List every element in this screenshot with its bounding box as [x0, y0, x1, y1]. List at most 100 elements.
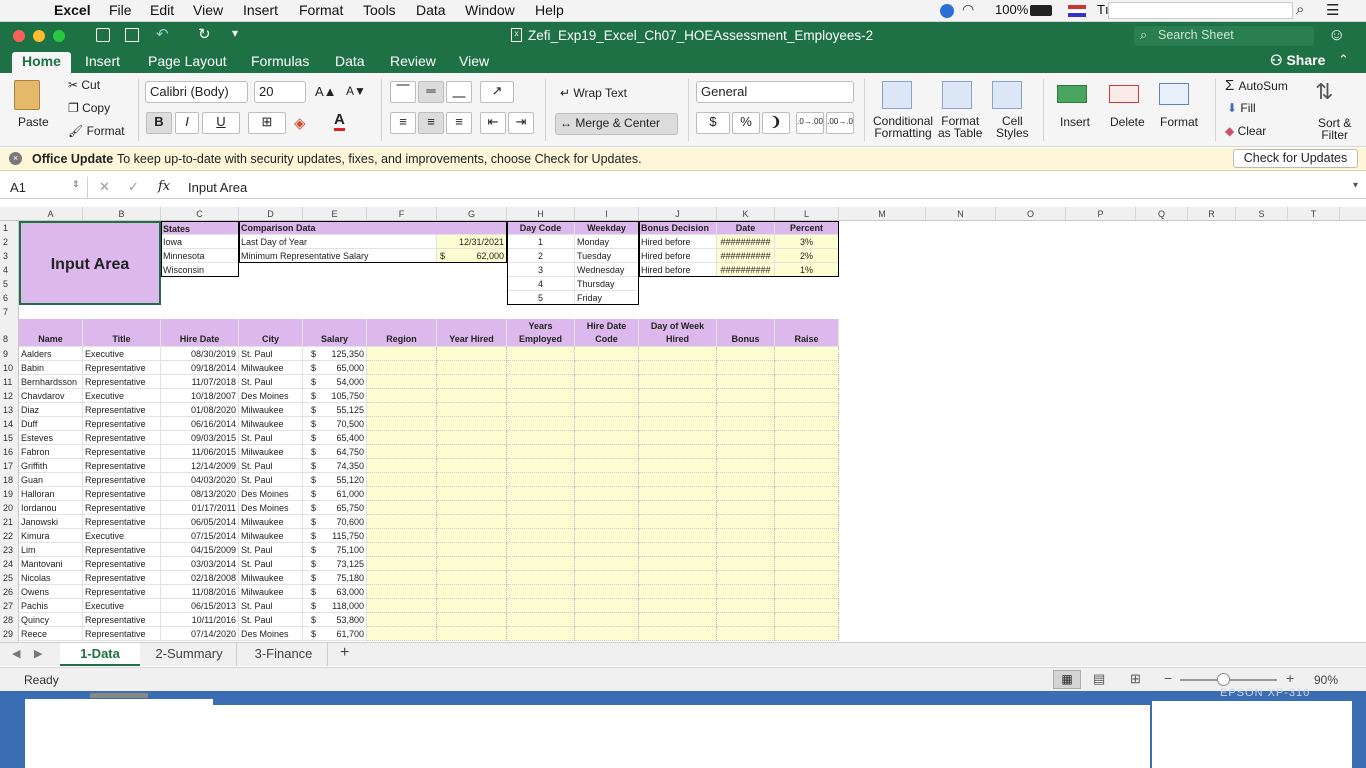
column-header[interactable]: N	[926, 207, 996, 221]
column-header[interactable]: A	[19, 207, 83, 221]
table-header-bonus[interactable]: Bonus	[717, 319, 775, 347]
employee-title[interactable]: Executive	[83, 347, 161, 361]
tab-page-layout[interactable]: Page Layout	[138, 52, 237, 73]
formula-cell[interactable]	[367, 347, 437, 361]
formula-cell[interactable]	[717, 403, 775, 417]
formula-cell[interactable]	[639, 515, 717, 529]
employee-city[interactable]: St. Paul	[239, 543, 303, 557]
employee-city[interactable]: Milwaukee	[239, 529, 303, 543]
share-button[interactable]: ⚇ Share	[1270, 52, 1325, 69]
employee-salary[interactable]: 55,125 $	[303, 403, 367, 417]
employee-name[interactable]: Iordanou	[19, 501, 83, 515]
employee-hire-date[interactable]: 04/03/2020	[161, 473, 239, 487]
formula-cell[interactable]	[775, 361, 839, 375]
formula-cell[interactable]	[507, 431, 575, 445]
format-painter-button[interactable]: 🖌 Format	[68, 124, 125, 138]
formula-cell[interactable]	[575, 557, 639, 571]
sort-filter-button[interactable]: Sort & Filter	[1318, 117, 1351, 141]
states-header[interactable]: States	[161, 221, 239, 235]
formula-cell[interactable]	[367, 627, 437, 641]
increase-indent-button[interactable]: ⇥	[508, 112, 534, 134]
formula-cell[interactable]	[575, 515, 639, 529]
formula-cell[interactable]	[775, 389, 839, 403]
sort-filter-icon[interactable]: ⇅	[1315, 79, 1333, 105]
bonus-decision-header[interactable]: Bonus Decision	[639, 221, 717, 235]
formula-cell[interactable]	[775, 627, 839, 641]
table-header-hdc1[interactable]: Hire Date Code	[575, 319, 639, 347]
formula-cell[interactable]	[717, 543, 775, 557]
column-header[interactable]: D	[239, 207, 303, 221]
row-header[interactable]: 9	[0, 347, 18, 361]
formula-cell[interactable]	[575, 347, 639, 361]
employee-hire-date[interactable]: 11/06/2015	[161, 445, 239, 459]
formula-cell[interactable]	[639, 445, 717, 459]
bonus-percent-header[interactable]: Percent	[775, 221, 839, 235]
decrease-indent-button[interactable]: ⇤	[480, 112, 506, 134]
formula-cell[interactable]	[639, 431, 717, 445]
delete-cells-icon[interactable]	[1109, 85, 1139, 103]
formula-cell[interactable]	[639, 599, 717, 613]
row-header[interactable]: 19	[0, 487, 18, 501]
weekday-cell[interactable]: Monday	[575, 235, 639, 249]
column-header[interactable]: R	[1188, 207, 1236, 221]
bonus-decision-cell[interactable]: Hired before	[639, 249, 717, 263]
employee-title[interactable]: Representative	[83, 375, 161, 389]
minimum-salary-value[interactable]: 62,000 $	[437, 249, 507, 263]
formula-cell[interactable]	[437, 361, 507, 375]
align-middle-button[interactable]: ═	[418, 81, 444, 103]
employee-salary[interactable]: 65,000 $	[303, 361, 367, 375]
row-header[interactable]: 27	[0, 599, 18, 613]
employee-hire-date[interactable]: 01/08/2020	[161, 403, 239, 417]
dismiss-update-icon[interactable]: ×	[9, 152, 22, 165]
bonus-percent-cell[interactable]: 2%	[775, 249, 839, 263]
employee-hire-date[interactable]: 08/30/2019	[161, 347, 239, 361]
formula-cell[interactable]	[507, 613, 575, 627]
row-header[interactable]: 28	[0, 613, 18, 627]
formula-cell[interactable]	[507, 361, 575, 375]
employee-hire-date[interactable]: 09/03/2015	[161, 431, 239, 445]
row-header[interactable]: 16	[0, 445, 18, 459]
employee-salary[interactable]: 54,000 $	[303, 375, 367, 389]
formula-cell[interactable]	[367, 515, 437, 529]
employee-salary[interactable]: 63,000 $	[303, 585, 367, 599]
format-cells-button[interactable]: Format	[1160, 115, 1198, 129]
formula-cell[interactable]	[437, 501, 507, 515]
comparison-label[interactable]: Minimum Representative Salary	[239, 249, 437, 263]
employee-city[interactable]: St. Paul	[239, 431, 303, 445]
formula-cell[interactable]	[437, 585, 507, 599]
sheet-tab-finance[interactable]: 3-Finance	[240, 643, 328, 666]
redo-icon[interactable]: ↻	[198, 25, 211, 43]
formula-cell[interactable]	[507, 389, 575, 403]
format-as-table-button[interactable]: Format as Table	[938, 115, 982, 139]
formula-cell[interactable]	[639, 361, 717, 375]
menu-tools[interactable]: Tools	[363, 2, 396, 18]
employee-name[interactable]: Nicolas	[19, 571, 83, 585]
employee-name[interactable]: Lim	[19, 543, 83, 557]
last-day-of-year-value[interactable]: 12/31/2021	[437, 235, 507, 249]
row-header[interactable]: 10	[0, 361, 18, 375]
currency-button[interactable]: $	[696, 112, 730, 134]
next-sheet-icon[interactable]: ▶	[34, 647, 42, 660]
menu-edit[interactable]: Edit	[150, 2, 174, 18]
formula-cell[interactable]	[437, 627, 507, 641]
collapse-ribbon-icon[interactable]: ⌃	[1338, 52, 1349, 68]
employee-title[interactable]: Representative	[83, 361, 161, 375]
increase-decimal-button[interactable]: .0→.00	[796, 112, 824, 134]
font-name-select[interactable]: Calibri (Body)	[145, 81, 248, 103]
formula-cell[interactable]	[367, 417, 437, 431]
employee-salary[interactable]: 73,125 $	[303, 557, 367, 571]
tab-data[interactable]: Data	[325, 52, 375, 73]
employee-name[interactable]: Fabron	[19, 445, 83, 459]
zoom-in-button[interactable]: +	[1286, 670, 1294, 686]
day-code-header[interactable]: Day Code	[507, 221, 575, 235]
row-header[interactable]: 21	[0, 515, 18, 529]
formula-cell[interactable]	[507, 585, 575, 599]
formula-cell[interactable]	[437, 431, 507, 445]
row-header[interactable]: 20	[0, 501, 18, 515]
employee-city[interactable]: St. Paul	[239, 613, 303, 627]
employee-hire-date[interactable]: 09/18/2014	[161, 361, 239, 375]
employee-title[interactable]: Representative	[83, 557, 161, 571]
formula-cell[interactable]	[775, 459, 839, 473]
formula-cell[interactable]	[437, 417, 507, 431]
formula-cell[interactable]	[367, 375, 437, 389]
